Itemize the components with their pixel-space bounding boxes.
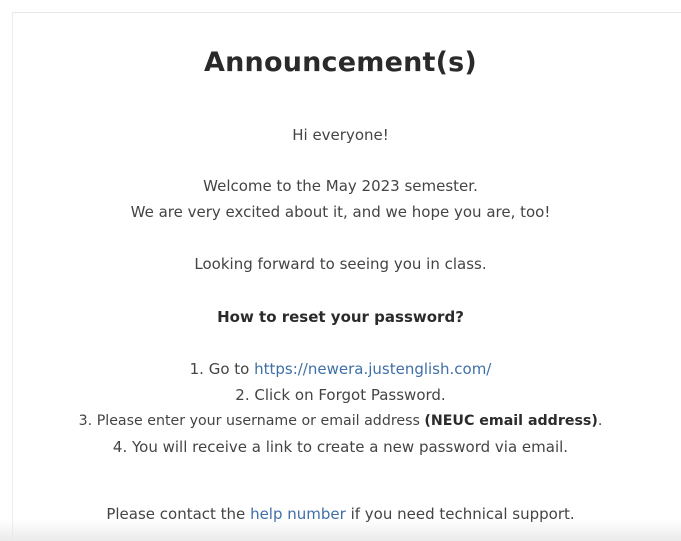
announcement-card: Announcement(s) Hi everyone! Welcome to … — [0, 0, 681, 541]
step-3-prefix: 3. Please enter your username or email a… — [78, 413, 425, 429]
reset-password-heading: How to reset your password? — [217, 308, 464, 326]
greeting-text: Hi everyone! — [292, 126, 389, 144]
announcement-page: Announcement(s) Hi everyone! Welcome to … — [0, 0, 681, 541]
looking-forward-text: Looking forward to seeing you in class. — [194, 255, 487, 273]
welcome-line-2: We are very excited about it, and we hop… — [130, 203, 551, 221]
step-1-prefix: 1. Go to — [189, 360, 255, 378]
step-1: 1. Go to https://newera.justenglish.com/ — [0, 360, 681, 378]
step-2: 2. Click on Forgot Password. — [235, 386, 446, 404]
welcome-line-1: Welcome to the May 2023 semester. — [203, 177, 478, 195]
step-3: 3. Please enter your username or email a… — [0, 412, 681, 430]
step-3-suffix: . — [597, 413, 603, 429]
bottom-shadow — [0, 519, 681, 541]
announcement-title: Announcement(s) — [204, 47, 477, 78]
step-4: 4. You will receive a link to create a n… — [112, 438, 569, 456]
justenglish-link[interactable]: https://newera.justenglish.com/ — [254, 360, 491, 378]
step-3-bold: (NEUC email address) — [424, 413, 598, 429]
